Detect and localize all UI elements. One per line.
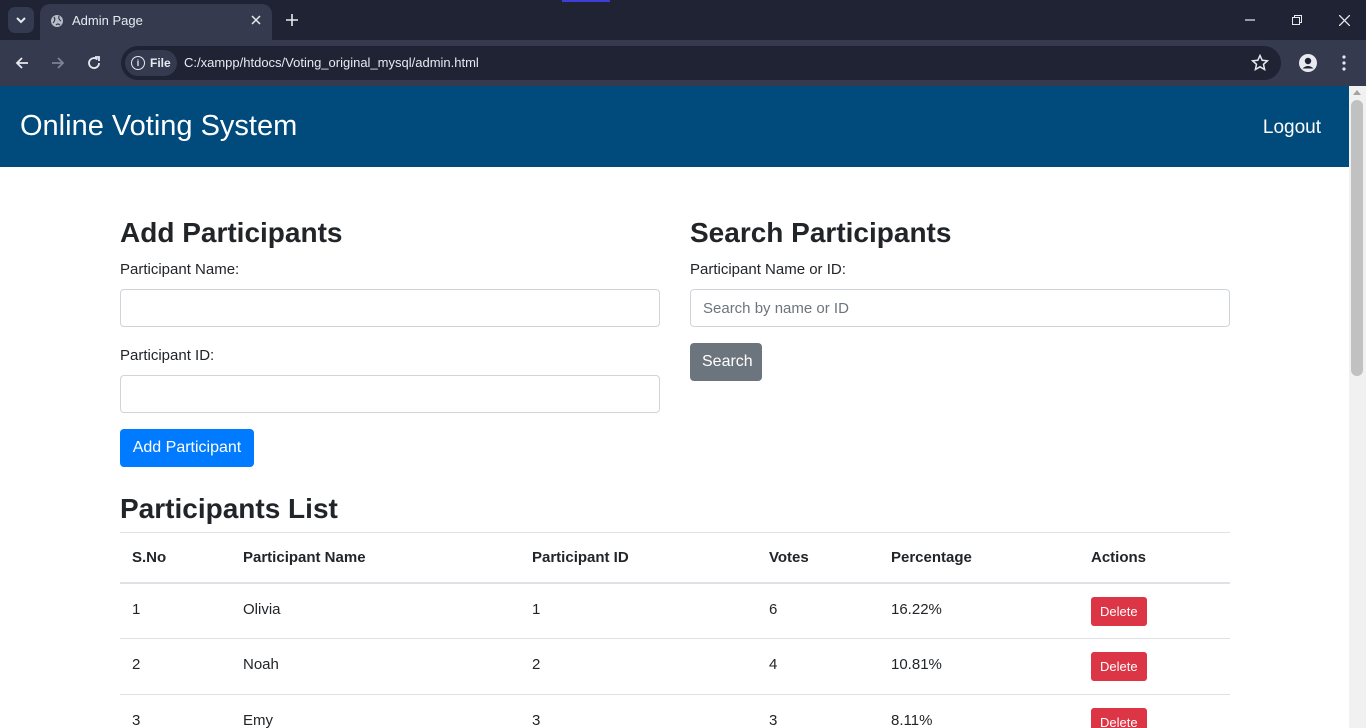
cell-actions: Delete <box>1079 638 1230 695</box>
search-label: Participant Name or ID: <box>690 261 846 278</box>
globe-icon <box>51 15 63 27</box>
participant-name-label: Participant Name: <box>120 261 240 278</box>
header-percentage: Percentage <box>879 532 1079 584</box>
site-navbar: Online Voting System Logout <box>0 86 1349 167</box>
tab-search-button[interactable] <box>8 7 34 33</box>
tab-title: Admin Page <box>72 13 143 28</box>
cell-actions: Delete <box>1079 582 1230 639</box>
delete-button[interactable]: Delete <box>1091 708 1147 728</box>
header-participant-id: Participant ID <box>520 532 757 584</box>
search-input[interactable] <box>690 289 1230 327</box>
participants-table: S.No Participant Name Participant ID Vot… <box>120 532 1230 728</box>
close-window-icon[interactable] <box>1334 10 1354 30</box>
cell-votes: 3 <box>757 694 879 728</box>
scroll-up-arrow-icon[interactable] <box>1353 90 1361 95</box>
header-votes: Votes <box>757 532 879 584</box>
profile-icon[interactable] <box>1297 52 1319 74</box>
cell-votes: 6 <box>757 582 879 639</box>
search-button[interactable]: Search <box>690 343 762 381</box>
page-viewport: Online Voting System Logout Add Particip… <box>0 86 1349 728</box>
participants-list-heading: Participants List <box>120 493 338 524</box>
brand-title[interactable]: Online Voting System <box>20 110 297 143</box>
participant-id-label: Participant ID: <box>120 347 215 364</box>
new-tab-icon[interactable] <box>282 10 302 30</box>
chevron-down-icon <box>16 17 26 24</box>
file-label: File <box>150 56 171 70</box>
cell-votes: 4 <box>757 638 879 695</box>
cell-percentage: 16.22% <box>879 582 1079 639</box>
browser-toolbar: i File C:/xampp/htdocs/Voting_original_m… <box>0 40 1366 86</box>
cell-sno: 1 <box>120 582 231 639</box>
back-icon[interactable] <box>11 52 33 74</box>
browser-tab[interactable]: Admin Page <box>40 4 272 40</box>
table-row: 1 Olivia 1 6 16.22% Delete <box>120 582 1230 639</box>
participant-name-input[interactable] <box>120 289 660 327</box>
cell-sno: 2 <box>120 638 231 695</box>
cell-sno: 3 <box>120 694 231 728</box>
delete-button[interactable]: Delete <box>1091 596 1147 626</box>
page-scrollbar[interactable] <box>1349 86 1366 728</box>
cell-id: 2 <box>520 638 757 695</box>
scroll-thumb[interactable] <box>1351 100 1363 376</box>
delete-button[interactable]: Delete <box>1091 652 1147 681</box>
cell-id: 3 <box>520 694 757 728</box>
forward-icon[interactable] <box>47 52 69 74</box>
header-sno: S.No <box>120 532 231 584</box>
browser-tab-bar: Admin Page <box>0 0 1366 40</box>
cell-id: 1 <box>520 582 757 639</box>
add-participants-heading: Add Participants <box>120 217 343 248</box>
cell-name: Emy <box>231 694 520 728</box>
search-participants-heading: Search Participants <box>690 217 952 248</box>
participant-id-input[interactable] <box>120 375 660 413</box>
cell-name: Noah <box>231 638 520 695</box>
close-tab-icon[interactable] <box>248 12 264 28</box>
cell-actions: Delete <box>1079 694 1230 728</box>
table-row: 2 Noah 2 4 10.81% Delete <box>120 638 1230 695</box>
menu-kebab-icon[interactable] <box>1333 52 1355 74</box>
cell-name: Olivia <box>231 582 520 639</box>
reload-icon[interactable] <box>83 52 105 74</box>
table-header-row: S.No Participant Name Participant ID Vot… <box>120 532 1230 584</box>
table-row: 3 Emy 3 3 8.11% Delete <box>120 694 1230 728</box>
bookmark-star-icon[interactable] <box>1251 54 1269 72</box>
restore-icon[interactable] <box>1287 10 1307 30</box>
header-participant-name: Participant Name <box>231 532 520 584</box>
add-participant-button[interactable]: Add Participant <box>120 429 254 467</box>
logout-link[interactable]: Logout <box>1263 117 1321 139</box>
address-bar[interactable]: i File C:/xampp/htdocs/Voting_original_m… <box>121 46 1281 80</box>
tab-accent-line <box>562 0 610 2</box>
cell-percentage: 10.81% <box>879 638 1079 695</box>
minimize-icon[interactable] <box>1240 10 1260 30</box>
info-icon: i <box>131 56 145 70</box>
site-info-chip[interactable]: i File <box>125 50 177 76</box>
cell-percentage: 8.11% <box>879 694 1079 728</box>
header-actions: Actions <box>1079 532 1230 584</box>
url-text[interactable]: C:/xampp/htdocs/Voting_original_mysql/ad… <box>184 55 479 70</box>
